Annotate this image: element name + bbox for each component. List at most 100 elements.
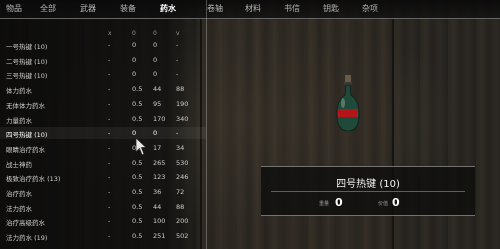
item-stat-dash: - xyxy=(108,129,111,138)
item-stat-c3: - xyxy=(176,55,179,64)
item-stat-c3: 88 xyxy=(176,85,185,94)
item-stat-c3: 88 xyxy=(176,202,185,211)
item-stat-c2: 0 xyxy=(153,41,158,49)
item-stat-c3: - xyxy=(176,129,179,138)
category-bar: 物品 全部 武器 装备 药水 卷轴 材料 书信 钥匙 杂项 xyxy=(0,0,500,19)
item-stat-c1: 0 xyxy=(132,70,137,79)
item-stat-dash: - xyxy=(108,202,111,211)
item-stat-c2: 36 xyxy=(153,188,162,196)
item-stat-dash: - xyxy=(108,188,111,196)
item-stat-c1: 0.5 xyxy=(132,158,143,167)
item-stat-dash: - xyxy=(108,41,111,49)
item-name: 三号热键 (10) xyxy=(6,72,48,81)
item-stat-c1: 0.5 xyxy=(132,173,143,182)
item-name: 治疗药水 xyxy=(6,190,32,198)
item-name: 法力药水 (19) xyxy=(6,234,48,243)
value-label: 价值 xyxy=(378,201,389,207)
tab-all[interactable]: 全部 xyxy=(40,3,56,14)
item-stat-c3: 200 xyxy=(176,217,189,226)
item-stat-c2: 95 xyxy=(153,99,162,108)
item-stat-c2: 251 xyxy=(153,232,166,241)
column-header-ratio: v xyxy=(176,30,180,37)
item-stat-c2: 170 xyxy=(153,114,166,123)
item-stat-c1: 0.5 xyxy=(132,202,143,211)
item-stat-c3: 340 xyxy=(176,114,189,123)
tab-misc[interactable]: 杂项 xyxy=(362,3,378,14)
list-item[interactable]: 法力药水 (19) - 0.5 251 502 xyxy=(0,230,206,242)
tab-potions[interactable]: 药水 xyxy=(160,3,176,14)
tab-keys[interactable]: 钥匙 xyxy=(323,3,339,14)
item-name: 体力药水 xyxy=(6,87,32,96)
item-name: 眼睛治疗药水 xyxy=(6,145,45,154)
item-stat-c2: 123 xyxy=(153,173,166,182)
item-stat-c1: 0 xyxy=(132,129,137,138)
list-item[interactable]: 力量药水 - 0.5 170 340 xyxy=(0,113,206,125)
item-stat-c3: 72 xyxy=(176,188,185,196)
item-stat-c3: 246 xyxy=(176,173,189,182)
list-item[interactable]: 极致治疗药水 (13) - 0.5 123 246 xyxy=(0,171,206,183)
item-stat-dash: - xyxy=(108,114,111,123)
item-stat-dash: - xyxy=(108,99,111,108)
item-name: 力量药水 xyxy=(6,116,32,125)
item-stat-c1: 0.5 xyxy=(132,188,143,196)
tab-books[interactable]: 书信 xyxy=(284,3,300,14)
mouse-cursor-icon xyxy=(135,137,148,156)
item-stat-dash: - xyxy=(108,55,111,64)
item-stat-c3: 530 xyxy=(176,158,189,167)
tab-apparel[interactable]: 装备 xyxy=(120,3,136,14)
item-stat-c2: 44 xyxy=(153,202,162,211)
item-stat-c3: 502 xyxy=(176,232,189,241)
list-item[interactable]: 三号热键 (10) - 0 0 - xyxy=(0,68,206,80)
list-divider xyxy=(206,0,207,249)
item-stat-dash: - xyxy=(108,232,111,241)
item-stat-dash: - xyxy=(108,173,111,182)
list-item[interactable]: 四号热键 (10) - 0 0 - xyxy=(0,127,206,140)
list-item[interactable]: 眼睛治疗药水-0.51734 xyxy=(0,142,206,154)
list-item[interactable]: 治疗高级药水 - 0.5 100 200 xyxy=(0,215,206,227)
item-stat-c2: 44 xyxy=(153,85,162,94)
list-item[interactable]: 体力药水 - 0.5 44 88 xyxy=(0,83,206,95)
item-name: 二号热键 (10) xyxy=(6,57,48,66)
column-header-value: 0 xyxy=(153,30,157,37)
item-name: 一号热键 (10) xyxy=(6,43,48,51)
list-item[interactable]: 法力药水 - 0.5 44 88 xyxy=(0,201,206,213)
item-stat-c1: 0.5 xyxy=(132,114,143,123)
detail-divider xyxy=(271,191,465,192)
column-header-weight: 0 xyxy=(132,30,136,37)
item-detail-title: 四号热键 (10) xyxy=(336,179,400,190)
item-stat-c2: 17 xyxy=(153,143,162,152)
list-item[interactable]: 无体体力药水 - 0.5 95 190 xyxy=(0,98,206,110)
item-stat-c1: 0 xyxy=(132,55,137,64)
item-stat-dash: - xyxy=(108,85,111,94)
item-stat-c3: 190 xyxy=(176,99,189,108)
item-stat-c2: 0 xyxy=(153,70,158,79)
tab-items[interactable]: 物品 xyxy=(6,3,22,14)
item-detail-panel: 四号热键 (10) 重量 0 价值 0 xyxy=(261,166,475,216)
list-item[interactable]: 一号热键 (10) - 0 0 - xyxy=(0,39,206,51)
item-name: 极致治疗药水 (13) xyxy=(6,175,61,184)
item-stat-c3: 34 xyxy=(176,143,185,152)
item-stat-c1: 0.5 xyxy=(132,99,143,108)
item-stat-c2: 0 xyxy=(153,129,158,138)
item-stat-c2: 100 xyxy=(153,217,166,226)
item-stat-dash: - xyxy=(108,70,111,79)
list-item[interactable]: 战士神药 - 0.5 265 530 xyxy=(0,157,206,169)
weight-value: 0 xyxy=(335,196,343,209)
item-name: 法力药水 xyxy=(6,204,32,213)
item-stat-c2: 265 xyxy=(153,158,166,167)
tab-weapons[interactable]: 武器 xyxy=(80,3,96,14)
column-header-x: x xyxy=(108,30,112,37)
item-name: 治疗高级药水 xyxy=(6,219,45,228)
item-stat-c2: 0 xyxy=(153,55,158,64)
value-value: 0 xyxy=(392,196,400,209)
item-stat-c3: - xyxy=(176,70,179,79)
item-name: 无体体力药水 xyxy=(6,101,45,110)
item-stat-c1: 0.5 xyxy=(132,217,143,226)
tab-scrolls[interactable]: 卷轴 xyxy=(207,3,223,14)
list-item[interactable]: 治疗药水 - 0.5 36 72 xyxy=(0,186,206,198)
item-name: 四号热键 (10) xyxy=(6,131,48,140)
weight-label: 重量 xyxy=(319,201,330,207)
item-stat-c1: 0 xyxy=(132,41,137,49)
list-item[interactable]: 二号热键 (10) - 0 0 - xyxy=(0,54,206,66)
tab-ingredients[interactable]: 材料 xyxy=(245,3,261,14)
